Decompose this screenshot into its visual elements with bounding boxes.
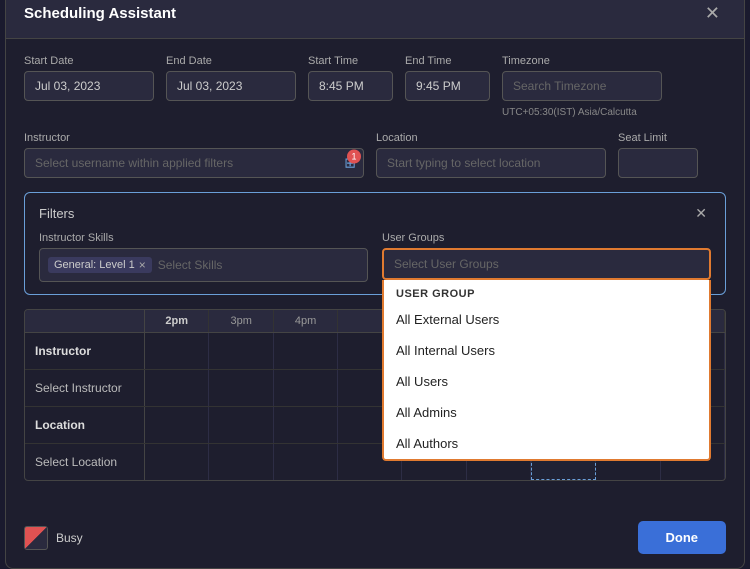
user-groups-label: User Groups [382, 232, 711, 244]
instructor-input-wrap: ⊞ 1 [24, 148, 364, 178]
instructor-input[interactable] [24, 148, 364, 178]
grid-cell [145, 333, 209, 369]
modal-close-button[interactable]: ✕ [699, 2, 726, 24]
instructor-skills-group: Instructor Skills General: Level 1 × Sel… [39, 232, 368, 282]
dropdown-item-all-internal[interactable]: All Internal Users [384, 335, 709, 366]
grid-row-instructor-label: Instructor [25, 333, 145, 369]
instructor-group: Instructor ⊞ 1 [24, 132, 364, 178]
grid-time-2pm: 2pm [145, 310, 209, 332]
start-date-group: Start Date [24, 55, 154, 101]
busy-indicator: Busy [24, 526, 83, 550]
start-time-group: Start Time [308, 55, 393, 101]
skills-input-row[interactable]: General: Level 1 × Select Skills [39, 248, 368, 282]
filters-row: Instructor Skills General: Level 1 × Sel… [39, 232, 711, 282]
grid-time-3pm: 3pm [209, 310, 273, 332]
location-group: Location [376, 132, 606, 178]
grid-cell [145, 407, 209, 443]
grid-cell [274, 444, 338, 480]
instructor-location-row: Instructor ⊞ 1 Location Seat Limit [24, 132, 726, 178]
skill-tag-remove-button[interactable]: × [139, 259, 146, 271]
grid-time-4pm: 4pm [274, 310, 338, 332]
instructor-skills-label: Instructor Skills [39, 232, 368, 244]
skill-tag-general-level1: General: Level 1 × [48, 257, 152, 273]
filter-badge: ⊞ 1 [344, 155, 356, 172]
seat-limit-input[interactable] [618, 148, 698, 178]
end-date-group: End Date [166, 55, 296, 101]
start-date-input[interactable] [24, 71, 154, 101]
grid-label-col-header [25, 310, 145, 332]
filters-section: Filters ✕ Instructor Skills General: Lev… [24, 192, 726, 295]
seat-limit-group: Seat Limit [618, 132, 698, 178]
user-groups-group: User Groups User Group All External User… [382, 232, 711, 280]
timezone-label: Timezone [502, 55, 662, 67]
dates-times-row: Start Date End Date Start Time End Time … [24, 55, 726, 118]
location-input[interactable] [376, 148, 606, 178]
scheduling-assistant-modal: Scheduling Assistant ✕ Start Date End Da… [5, 0, 745, 569]
busy-block-icon [24, 526, 48, 550]
start-date-label: Start Date [24, 55, 154, 67]
filters-close-button[interactable]: ✕ [691, 205, 711, 222]
done-button[interactable]: Done [638, 521, 727, 554]
end-date-input[interactable] [166, 71, 296, 101]
grid-cell [209, 407, 273, 443]
end-date-label: End Date [166, 55, 296, 67]
end-time-input[interactable] [405, 71, 490, 101]
grid-row-select-location-label: Select Location [25, 444, 145, 480]
dropdown-section-label: User Group [384, 280, 709, 304]
grid-cell [274, 370, 338, 406]
busy-label: Busy [56, 531, 83, 545]
dropdown-item-all-external[interactable]: All External Users [384, 304, 709, 335]
grid-cell [209, 370, 273, 406]
grid-cell [274, 333, 338, 369]
grid-cell [209, 333, 273, 369]
end-time-label: End Time [405, 55, 490, 67]
grid-row-location-label: Location [25, 407, 145, 443]
grid-row-select-instructor-label: Select Instructor [25, 370, 145, 406]
grid-cell [145, 370, 209, 406]
timezone-group: Timezone UTC+05:30(IST) Asia/Calcutta [502, 55, 662, 118]
start-time-input[interactable] [308, 71, 393, 101]
modal-body: Start Date End Date Start Time End Time … [6, 39, 744, 511]
modal-title: Scheduling Assistant [24, 5, 176, 22]
dropdown-item-all-users[interactable]: All Users [384, 366, 709, 397]
location-label: Location [376, 132, 606, 144]
user-groups-input[interactable] [382, 248, 711, 280]
skill-tag-label: General: Level 1 [54, 259, 135, 271]
dropdown-item-all-authors[interactable]: All Authors [384, 428, 709, 459]
timezone-hint: UTC+05:30(IST) Asia/Calcutta [502, 107, 662, 118]
start-time-label: Start Time [308, 55, 393, 67]
modal-footer: Busy Done [6, 511, 744, 568]
user-groups-dropdown: User Group All External Users All Intern… [382, 280, 711, 461]
filters-header: Filters ✕ [39, 205, 711, 222]
grid-cell [209, 444, 273, 480]
skills-placeholder: Select Skills [158, 258, 223, 272]
dropdown-item-all-admins[interactable]: All Admins [384, 397, 709, 428]
timezone-input[interactable] [502, 71, 662, 101]
grid-cell [274, 407, 338, 443]
modal-header: Scheduling Assistant ✕ [6, 0, 744, 39]
instructor-label: Instructor [24, 132, 364, 144]
grid-cell [145, 444, 209, 480]
filter-count-badge: 1 [347, 150, 361, 164]
seat-limit-label: Seat Limit [618, 132, 698, 144]
filters-title: Filters [39, 206, 74, 221]
end-time-group: End Time [405, 55, 490, 101]
